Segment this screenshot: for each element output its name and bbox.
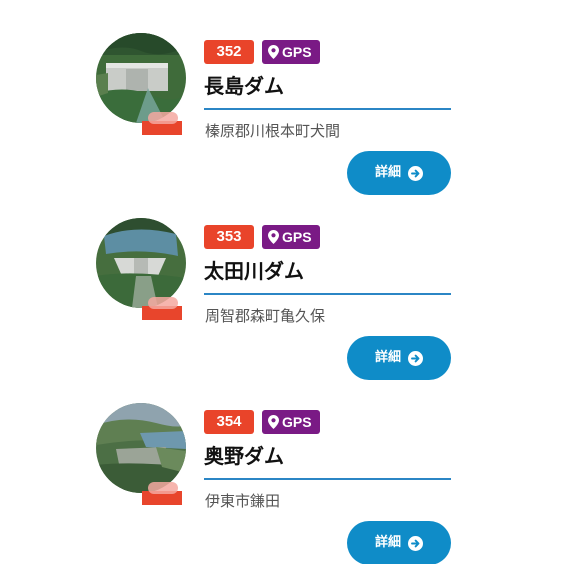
divider bbox=[204, 108, 451, 110]
dam-name[interactable]: 太田川ダム bbox=[204, 258, 304, 284]
dam-photo bbox=[96, 403, 186, 493]
dam-card: 352 GPS 長島ダム 榛原郡川根本町犬間 詳細 bbox=[0, 33, 564, 218]
dam-name[interactable]: 奥野ダム bbox=[204, 443, 284, 469]
dam-thumbnail[interactable] bbox=[96, 218, 188, 328]
arrow-right-circle-icon bbox=[408, 350, 423, 366]
dam-number-badge: 354 bbox=[204, 410, 254, 434]
detail-button[interactable]: 詳細 bbox=[347, 521, 451, 564]
detail-button[interactable]: 詳細 bbox=[347, 151, 451, 195]
badge-row: 352 GPS bbox=[204, 40, 320, 64]
thumbnail-flag bbox=[142, 112, 182, 135]
gps-badge[interactable]: GPS bbox=[262, 225, 320, 249]
gps-badge[interactable]: GPS bbox=[262, 410, 320, 434]
divider bbox=[204, 293, 451, 295]
gps-label: GPS bbox=[282, 44, 312, 60]
detail-button-label: 詳細 bbox=[374, 350, 401, 365]
badge-row: 354 GPS bbox=[204, 410, 320, 434]
thumbnail-flag bbox=[142, 297, 182, 320]
dam-address: 周智郡森町亀久保 bbox=[205, 307, 326, 325]
map-pin-icon bbox=[268, 230, 279, 244]
dam-name[interactable]: 長島ダム bbox=[204, 73, 284, 99]
dam-address: 伊東市鎌田 bbox=[205, 492, 281, 510]
gps-label: GPS bbox=[282, 414, 312, 430]
map-pin-icon bbox=[268, 415, 279, 429]
map-pin-icon bbox=[268, 45, 279, 59]
detail-button[interactable]: 詳細 bbox=[347, 336, 451, 380]
dam-number-badge: 353 bbox=[204, 225, 254, 249]
dam-photo bbox=[96, 218, 186, 308]
arrow-right-circle-icon bbox=[408, 535, 423, 551]
dam-thumbnail[interactable] bbox=[96, 33, 188, 143]
detail-button-label: 詳細 bbox=[374, 165, 401, 180]
dam-address: 榛原郡川根本町犬間 bbox=[205, 122, 341, 140]
dam-thumbnail[interactable] bbox=[96, 403, 188, 513]
badge-row: 353 GPS bbox=[204, 225, 320, 249]
dam-card: 353 GPS 太田川ダム 周智郡森町亀久保 詳細 bbox=[0, 218, 564, 403]
thumbnail-flag bbox=[142, 482, 182, 505]
arrow-right-circle-icon bbox=[408, 165, 423, 181]
divider bbox=[204, 478, 451, 480]
dam-card: 354 GPS 奥野ダム 伊東市鎌田 詳細 bbox=[0, 403, 564, 564]
dam-photo bbox=[96, 33, 186, 123]
gps-label: GPS bbox=[282, 229, 312, 245]
detail-button-label: 詳細 bbox=[374, 535, 401, 550]
dam-number-badge: 352 bbox=[204, 40, 254, 64]
gps-badge[interactable]: GPS bbox=[262, 40, 320, 64]
